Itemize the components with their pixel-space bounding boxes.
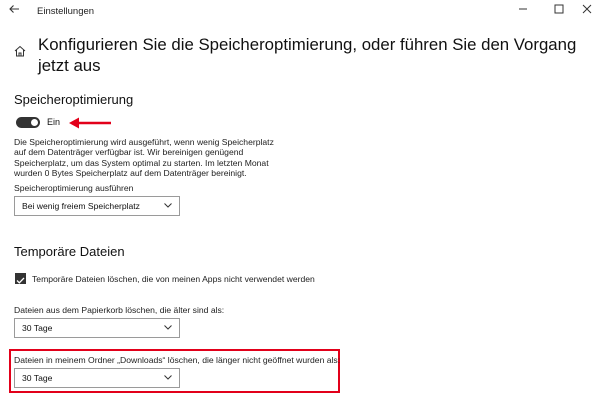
close-icon[interactable] [576,2,598,20]
maximize-icon[interactable] [548,2,570,20]
home-icon[interactable] [13,44,27,58]
temp-files-heading: Temporäre Dateien [14,244,125,259]
checkmark-icon [16,277,25,284]
storage-sense-description: Die Speicheroptimierung wird ausgeführt,… [14,137,274,179]
chevron-down-icon [164,203,172,208]
dropdown-value: 30 Tage [22,373,53,383]
delete-temp-files-checkbox[interactable] [15,273,26,284]
minimize-icon[interactable] [512,2,534,20]
run-storage-sense-label: Speicheroptimierung ausführen [14,183,134,193]
page-title: Konfigurieren Sie die Speicheroptimierun… [38,35,577,75]
recycle-bin-label: Dateien aus dem Papierkorb löschen, die … [14,305,225,315]
storage-sense-heading: Speicheroptimierung [14,92,134,107]
red-arrow-annotation [68,116,112,130]
recycle-bin-dropdown[interactable]: 30 Tage [14,318,180,338]
downloads-dropdown[interactable]: 30 Tage [14,368,180,388]
title-bar: Einstellungen [0,0,600,24]
run-storage-sense-dropdown[interactable]: Bei wenig freiem Speicherplatz [14,196,180,216]
toggle-knob [31,119,38,126]
delete-temp-files-label: Temporäre Dateien löschen, die von meine… [32,274,315,284]
downloads-label: Dateien in meinem Ordner „Downloads“ lös… [14,355,341,365]
window-title: Einstellungen [37,6,95,17]
back-arrow-icon[interactable] [6,3,22,19]
toggle-state-label: Ein [47,117,61,127]
dropdown-value: 30 Tage [22,323,53,333]
storage-sense-toggle[interactable] [16,117,40,128]
dropdown-value: Bei wenig freiem Speicherplatz [22,201,140,211]
chevron-down-icon [164,325,172,330]
chevron-down-icon [164,375,172,380]
